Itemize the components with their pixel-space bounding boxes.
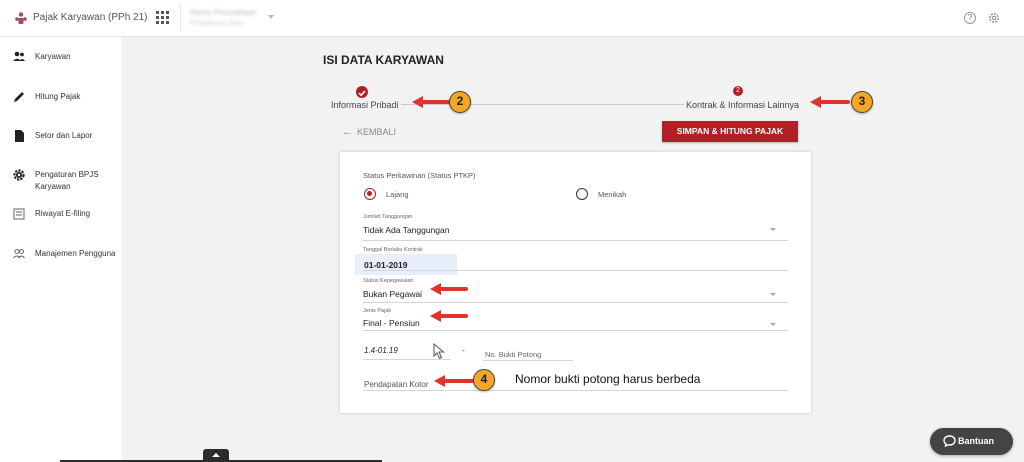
step-informasi-pribadi[interactable]: Informasi Pribadi [331,100,401,110]
step-kontrak-informasi[interactable]: Kontrak & Informasi Lainnya [684,100,800,110]
gear-icon [13,169,25,181]
sidebar-item-label: Hitung Pajak [35,92,81,101]
annotation-badge-2: 2 [449,91,471,113]
sidebar-item-label: Riwayat E-filing [35,209,91,218]
field-underline [483,360,573,361]
sidebar: Karyawan Hitung Pajak Setor dan Lapor Pe… [0,37,121,462]
step-completed-check-icon [356,86,368,98]
app-title[interactable]: Pajak Karyawan (PPh 21) [33,12,148,23]
chevron-down-icon[interactable] [770,323,776,326]
help-icon[interactable]: ? [964,12,976,24]
annotation-badge-3: 3 [851,91,873,113]
marital-status-label: Status Perkawinan (Status PTKP) [363,171,476,180]
annotation-arrow-icon [810,96,850,108]
app-logo-icon [15,12,27,24]
users-icon [13,51,25,61]
top-bar: Pajak Karyawan (PPh 21) Nama Perusahaan … [0,0,1024,37]
proof-prefix: 1.4-01.19 [364,346,398,355]
mouse-cursor-icon [433,343,445,360]
radio-lajang[interactable] [364,188,376,200]
gross-income-input[interactable]: Pendapatan Kotor [364,380,429,389]
arrow-left-icon: ← [342,126,353,138]
page-title: ISI DATA KARYAWAN [323,53,444,67]
employment-status-select[interactable]: Bukan Pegawai [363,289,422,299]
sidebar-item-hitung-pajak[interactable]: Hitung Pajak [0,90,121,120]
sidebar-item-bpjs[interactable]: Pengaturan BPJS Karyawan [0,168,121,204]
annotation-arrow-icon [430,310,468,322]
company-subtitle: Pengaturan Akun [190,20,244,27]
back-label: KEMBALI [357,127,397,137]
sidebar-item-karyawan[interactable]: Karyawan [0,50,121,80]
document-icon [15,130,24,142]
radio-menikah[interactable] [576,188,588,200]
dependents-select[interactable]: Tidak Ada Tanggungan [363,225,450,235]
sidebar-item-label: Pengaturan BPJS Karyawan [35,170,99,191]
employment-status-label: Status Kepegawaian [363,278,414,284]
field-underline [363,302,788,303]
radio-menikah-label[interactable]: Menikah [598,190,626,199]
field-underline [363,390,788,391]
proof-number-input[interactable]: No. Bukti Potong [485,350,541,359]
annotation-arrow-icon [412,96,450,108]
settings-gear-icon[interactable] [987,11,1001,25]
chevron-down-icon[interactable] [770,293,776,296]
chat-bubble-icon [943,435,956,447]
pencil-icon [14,92,24,102]
apps-grid-icon[interactable] [156,11,169,24]
chevron-up-icon[interactable] [203,449,229,462]
sidebar-item-setor-lapor[interactable]: Setor dan Lapor [0,129,121,159]
field-underline [363,240,788,241]
annotation-badge-4: 4 [473,369,495,391]
history-icon [13,208,25,220]
sidebar-item-manajemen-pengguna[interactable]: Manajemen Pengguna [0,247,121,277]
tax-type-select[interactable]: Final - Pensiun [363,318,420,328]
company-name[interactable]: Nama Perusahaan [190,8,257,17]
step-number-badge: 2 [733,86,743,96]
contract-date-value[interactable]: 01-01-2019 [364,260,407,270]
annotation-note: Nomor bukti potong harus berbeda [515,372,701,386]
tax-type-label: Jenis Pajak [363,308,392,314]
radio-lajang-label[interactable]: Lajang [386,190,409,199]
field-underline [363,270,788,271]
user-group-icon [13,249,25,259]
header-divider [180,4,181,32]
chevron-down-icon[interactable] [770,228,776,231]
sidebar-item-label: Karyawan [35,52,71,61]
sidebar-item-riwayat-efiling[interactable]: Riwayat E-filing [0,207,121,237]
chevron-down-icon[interactable] [268,15,274,19]
sidebar-item-label: Manajemen Pengguna [35,249,116,258]
annotation-arrow-icon [434,375,474,387]
dependents-label: Jumlah Tanggungan [363,214,413,220]
field-underline [363,330,788,331]
contract-date-label: Tanggal Berlaku Kontrak [363,247,423,253]
proof-separator: - [462,346,465,355]
save-calculate-button[interactable]: SIMPAN & HITUNG PAJAK [662,121,798,142]
sidebar-item-label: Setor dan Lapor [35,131,93,140]
annotation-arrow-icon [430,283,468,295]
back-link[interactable]: ← KEMBALI [342,126,396,138]
